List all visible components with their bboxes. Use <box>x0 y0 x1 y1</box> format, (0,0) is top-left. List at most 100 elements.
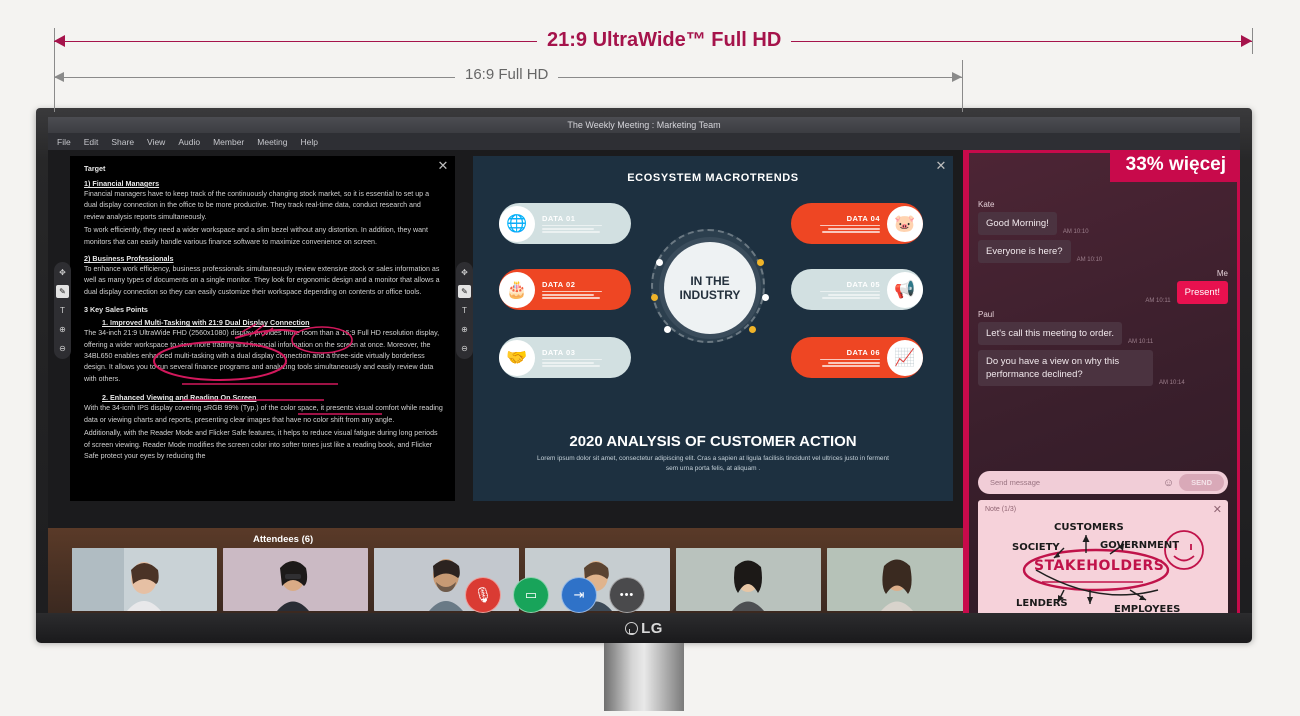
chat-send-button[interactable]: SEND <box>1179 474 1224 491</box>
slide-toolbar[interactable]: ✥ ✎ T ⊕ ⊖ <box>456 262 473 359</box>
avatar <box>223 548 368 611</box>
bubble-lines <box>798 290 880 299</box>
menu-item-share[interactable]: Share <box>111 137 134 147</box>
menu-item-meeting[interactable]: Meeting <box>257 137 287 147</box>
attendee-tile[interactable]: Me / connected <box>72 548 217 611</box>
attendee-video <box>223 548 368 611</box>
note-center-word: STAKEHOLDERS <box>1034 558 1165 574</box>
megaphone-icon: 📢 <box>887 271 923 308</box>
move-icon[interactable]: ✥ <box>56 266 69 279</box>
share-screen-button[interactable]: ⇥ <box>561 577 597 613</box>
bubble-data-03[interactable]: 🤝 DATA 03 <box>499 337 631 378</box>
bubble-label: DATA 03 <box>542 348 576 358</box>
hub-dot-top-right <box>757 259 764 266</box>
chat-timestamp: AM 10:11 <box>1128 339 1154 345</box>
close-icon[interactable]: ✕ <box>437 159 449 172</box>
close-icon[interactable]: ✕ <box>935 159 947 172</box>
industry-hub: IN THE INDUSTRY <box>651 229 769 343</box>
document-point1-title: 1. Improved Multi-Tasking with 21:9 Dual… <box>102 318 310 328</box>
chat-timestamp: AM 10:10 <box>1076 257 1103 263</box>
slide-footer-title: 2020 ANALYSIS OF CUSTOMER ACTION <box>569 433 857 450</box>
app-titlebar: The Weekly Meeting : Marketing Team <box>48 117 1240 133</box>
avatar <box>676 548 821 611</box>
text-icon[interactable]: T <box>56 304 69 317</box>
camera-button[interactable]: ▭ <box>513 577 549 613</box>
attendee-tile[interactable]: Kim <box>676 548 821 611</box>
microphone-button[interactable]: 🎙 <box>465 577 501 613</box>
note-node-society: SOCIETY <box>1012 542 1060 553</box>
document-section1-p2: To work efficiently, they need a wider w… <box>84 226 428 246</box>
hub-line-2: INDUSTRY <box>679 288 741 302</box>
chat-timestamp: AM 10:10 <box>1062 229 1089 235</box>
menu-item-edit[interactable]: Edit <box>84 137 99 147</box>
bubble-label: DATA 04 <box>846 214 880 224</box>
slide-pane[interactable]: ✕ ECOSYSTEM MACROTRENDS 🌐 DATA 01 🎂 DATA… <box>473 156 953 501</box>
document-point2-text: With the 34-icnh IPS display covering sR… <box>84 404 443 424</box>
menu-item-view[interactable]: View <box>147 137 165 147</box>
bubble-data-04[interactable]: DATA 04 🐷 <box>791 203 923 244</box>
document-section2-title: 2) Business Professionals <box>84 254 174 264</box>
chat-message-row: Let's call this meeting to order. AM 10:… <box>978 322 1228 345</box>
more-options-button[interactable]: ••• <box>609 577 645 613</box>
chat-input-bar[interactable]: Send message ☺ SEND <box>978 471 1228 494</box>
document-heading: Target <box>84 164 106 173</box>
dimension-tick-right <box>1252 28 1253 54</box>
attendee-tile[interactable]: Kate <box>223 548 368 611</box>
attendee-tile[interactable]: Sara <box>827 548 972 611</box>
pen-icon[interactable]: ✎ <box>56 285 69 298</box>
globe-icon: 🌐 <box>499 205 535 242</box>
bubble-data-06[interactable]: DATA 06 📈 <box>791 337 923 378</box>
cake-icon: 🎂 <box>499 271 535 308</box>
document-section2-p1: To enhance work efficiency, business pro… <box>84 265 440 296</box>
bubble-lines <box>798 358 880 367</box>
menu-item-file[interactable]: File <box>57 137 71 147</box>
zoom-out-icon[interactable]: ⊖ <box>458 342 471 355</box>
zoom-in-icon[interactable]: ⊕ <box>56 323 69 336</box>
text-icon[interactable]: T <box>458 304 471 317</box>
menu-item-audio[interactable]: Audio <box>178 137 200 147</box>
document-section1-title: 1) Financial Managers <box>84 179 160 188</box>
share-screen-icon: ⇥ <box>573 587 585 602</box>
attendee-video <box>676 548 821 611</box>
fullhd-dimension-label: 16:9 Full HD <box>455 66 559 83</box>
app-menubar[interactable]: File Edit Share View Audio Member Meetin… <box>48 133 1240 150</box>
bubble-lines <box>542 290 624 299</box>
move-icon[interactable]: ✥ <box>458 266 471 279</box>
lg-wordmark: LG <box>641 619 663 637</box>
lg-mark-icon <box>625 621 639 635</box>
bubble-lines <box>542 224 624 233</box>
menu-item-member[interactable]: Member <box>213 137 244 147</box>
more-icon: ••• <box>619 589 635 601</box>
hub-dot-right <box>762 294 769 301</box>
pen-icon[interactable]: ✎ <box>458 285 471 298</box>
chat-sender-me: Me <box>1216 269 1228 278</box>
bubble-data-01[interactable]: 🌐 DATA 01 <box>499 203 631 244</box>
bubble-label: DATA 01 <box>542 214 576 224</box>
document-section1-p1: Financial managers have to keep track of… <box>84 190 430 221</box>
note-panel[interactable]: Note (1/3) ✕ STAKEHOLDERS SOCIETY CUSTOM… <box>978 500 1228 613</box>
slide-title: ECOSYSTEM MACROTRENDS <box>627 172 799 184</box>
document-point2-title: 2. Enhanced Viewing and Reading On Scree… <box>102 393 257 403</box>
note-node-customers: CUSTOMERS <box>1054 522 1124 533</box>
attendee-video <box>827 548 972 611</box>
handshake-icon: 🤝 <box>499 339 535 376</box>
zoom-in-icon[interactable]: ⊕ <box>458 323 471 336</box>
chat-message-row: Good Morning! AM 10:10 <box>978 212 1228 235</box>
dimension-tick-middle <box>962 60 963 112</box>
meeting-controls[interactable]: 🎙 ▭ ⇥ ••• <box>465 577 645 613</box>
bubble-data-05[interactable]: DATA 05 📢 <box>791 269 923 310</box>
ultrawide-arrow-left <box>54 35 65 47</box>
chat-message-row: Everyone is here? AM 10:10 <box>978 240 1228 263</box>
zoom-out-icon[interactable]: ⊖ <box>56 342 69 355</box>
document-pane[interactable]: ✕ Target 1) Financial Managers Financial… <box>70 156 455 501</box>
note-node-employees: EMPLOYEES <box>1114 604 1181 613</box>
screenshot-root: 21:9 UltraWide™ Full HD 16:9 Full HD LG … <box>0 0 1300 716</box>
emoji-icon[interactable]: ☺ <box>1163 477 1174 489</box>
menu-item-help[interactable]: Help <box>301 137 318 147</box>
document-toolbar[interactable]: ✥ ✎ T ⊕ ⊖ <box>54 262 71 359</box>
lg-logo: LG <box>625 620 663 637</box>
chat-input[interactable]: Send message <box>990 478 1163 487</box>
bubble-data-02[interactable]: 🎂 DATA 02 <box>499 269 631 310</box>
document-point2-text-b: Additionally, with the Reader Mode and F… <box>84 429 438 460</box>
app-title: The Weekly Meeting : Marketing Team <box>567 120 721 130</box>
